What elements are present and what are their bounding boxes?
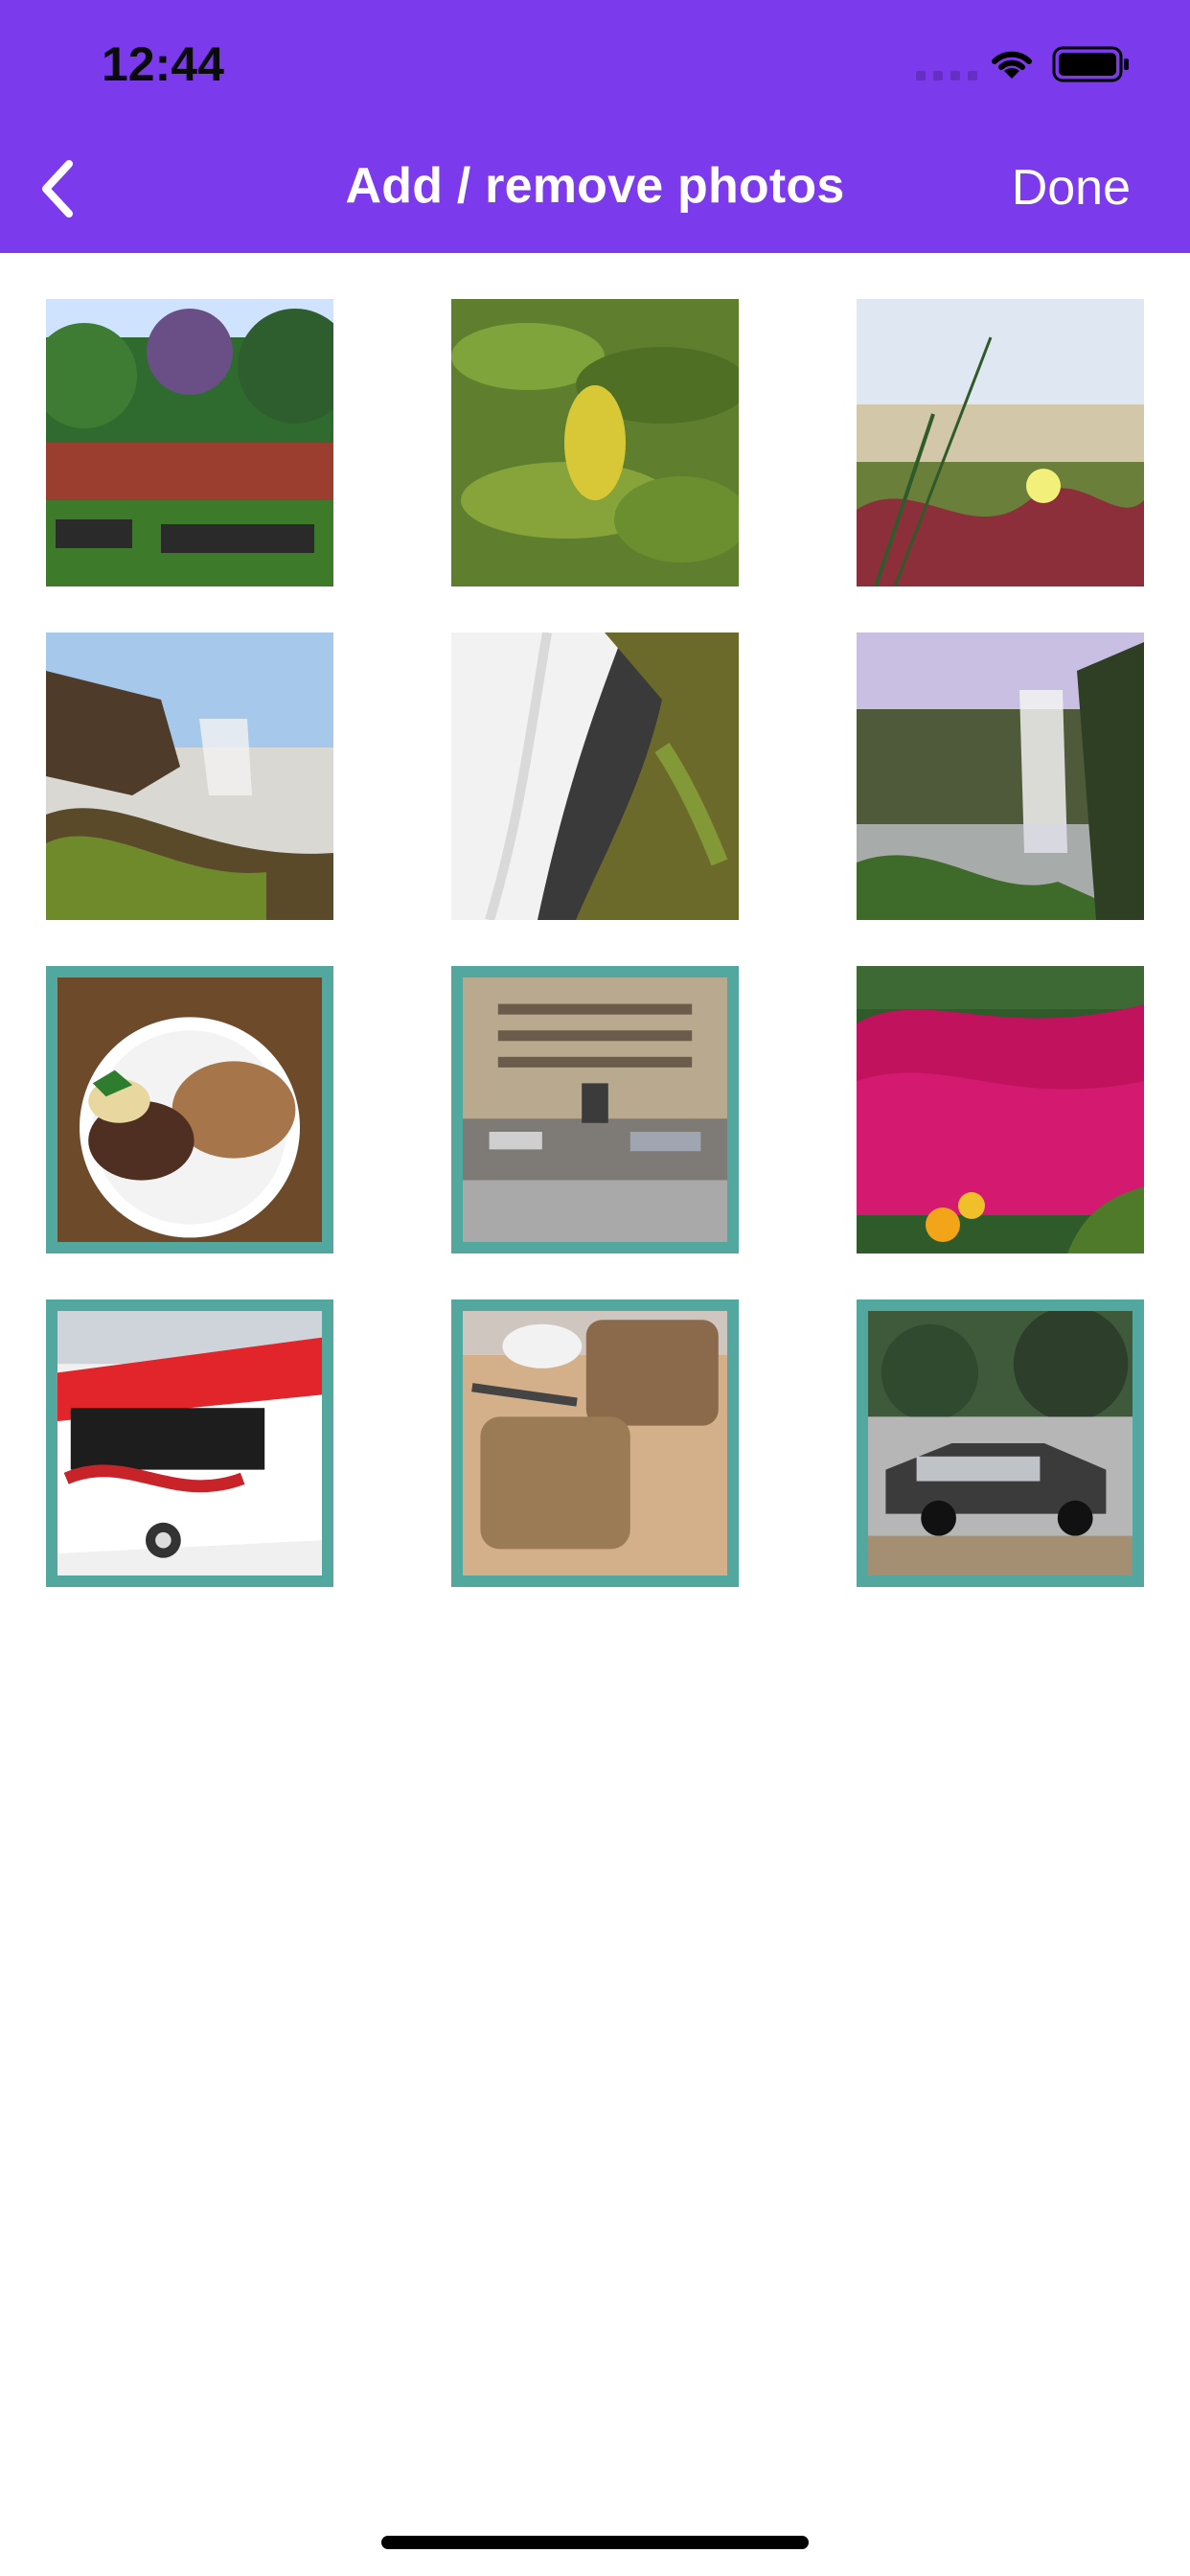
food-plate-photo (57, 978, 322, 1242)
photo-tile-bus[interactable] (46, 1300, 333, 1587)
bread-photo (463, 1311, 727, 1576)
photo-tile-misty-waterfall[interactable] (857, 632, 1144, 920)
wifi-icon (992, 51, 1032, 79)
photo-tile-garden[interactable] (46, 299, 333, 586)
photo-tile-building[interactable] (451, 966, 739, 1254)
battery-icon (1052, 46, 1129, 82)
leaves-photo (451, 299, 739, 586)
cellular-signal-icon (916, 71, 977, 80)
garden-photo (46, 299, 333, 586)
misty-waterfall-photo (857, 632, 1144, 920)
navigation-header: 12:44 Add / remove photos Done (0, 0, 1190, 253)
building-photo (463, 978, 727, 1242)
waterfall-rocks-photo (46, 632, 333, 920)
photo-tile-bread[interactable] (451, 1300, 739, 1587)
bus-photo (57, 1311, 322, 1576)
home-indicator (381, 2536, 809, 2549)
photo-tile-leaves[interactable] (451, 299, 739, 586)
status-time: 12:44 (102, 37, 224, 91)
photo-grid (46, 299, 1144, 1587)
photo-tile-waterfall-rocks[interactable] (46, 632, 333, 920)
photo-tile-waterfall-closeup[interactable] (451, 632, 739, 920)
photo-tile-pink-flowers[interactable] (857, 966, 1144, 1254)
car-photo (868, 1311, 1133, 1576)
waterfall-closeup-photo (451, 632, 739, 920)
done-button[interactable]: Done (1012, 159, 1131, 217)
photo-tile-dune-flower[interactable] (857, 299, 1144, 586)
dune-flower-photo (857, 299, 1144, 586)
photo-tile-food-plate[interactable] (46, 966, 333, 1254)
photo-tile-car[interactable] (857, 1300, 1144, 1587)
pink-flowers-photo (857, 966, 1144, 1254)
